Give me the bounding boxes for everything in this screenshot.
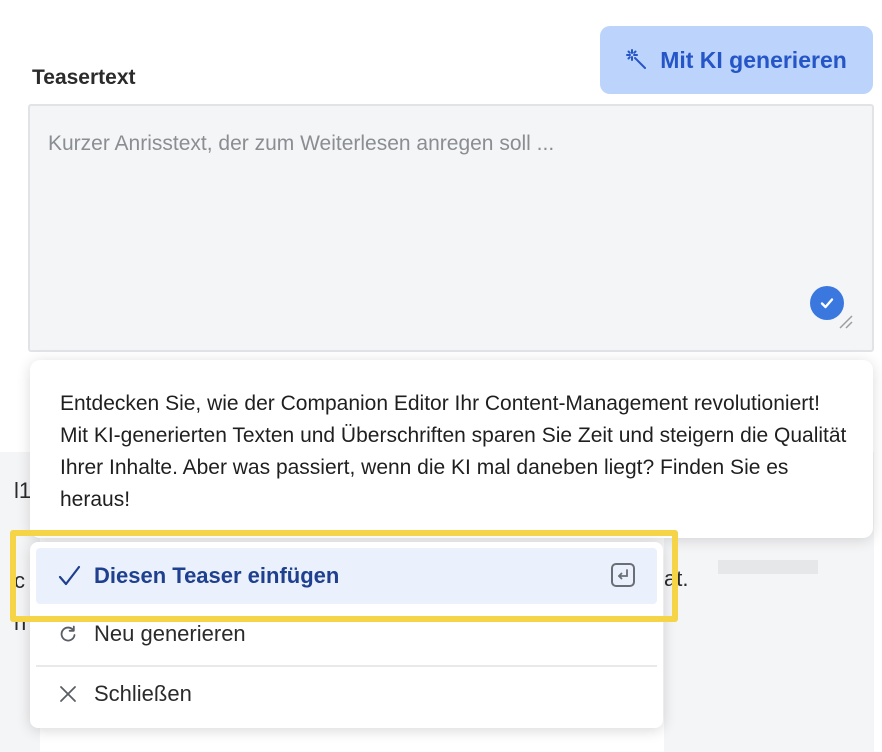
close-button[interactable]: Schließen — [36, 666, 657, 722]
teasertext-label: Teasertext — [32, 66, 136, 89]
teaser-action-menu: Diesen Teaser einfügen Neu generieren Sc… — [30, 542, 663, 728]
regenerate-label: Neu generieren — [94, 621, 246, 646]
generated-teaser-text: Entdecken Sie, wie der Companion Editor … — [60, 392, 847, 511]
teasertext-field — [28, 104, 874, 352]
regenerate-button[interactable]: Neu generieren — [36, 606, 657, 662]
teasertext-input[interactable] — [30, 106, 872, 350]
insert-teaser-label: Diesen Teaser einfügen — [94, 563, 340, 588]
close-icon — [58, 684, 86, 704]
generate-with-ai-label: Mit KI generieren — [660, 46, 847, 73]
generate-with-ai-button[interactable]: Mit KI generieren — [600, 26, 873, 94]
resize-handle-icon[interactable] — [838, 314, 854, 335]
background-text-fragment: l1 — [14, 478, 32, 503]
magic-wand-icon — [626, 49, 648, 71]
generated-teaser-preview: Entdecken Sie, wie der Companion Editor … — [30, 360, 873, 538]
close-label: Schließen — [94, 681, 192, 706]
insert-teaser-button[interactable]: Diesen Teaser einfügen — [36, 548, 657, 604]
background-text-fragment: at. — [664, 566, 689, 591]
background-text-fragment: c — [14, 568, 25, 593]
refresh-icon — [58, 624, 86, 644]
enter-key-icon — [611, 563, 635, 587]
background-text-fragment: n — [14, 610, 27, 635]
background-placeholder-bar — [718, 560, 818, 574]
checkmark-icon — [58, 565, 86, 587]
